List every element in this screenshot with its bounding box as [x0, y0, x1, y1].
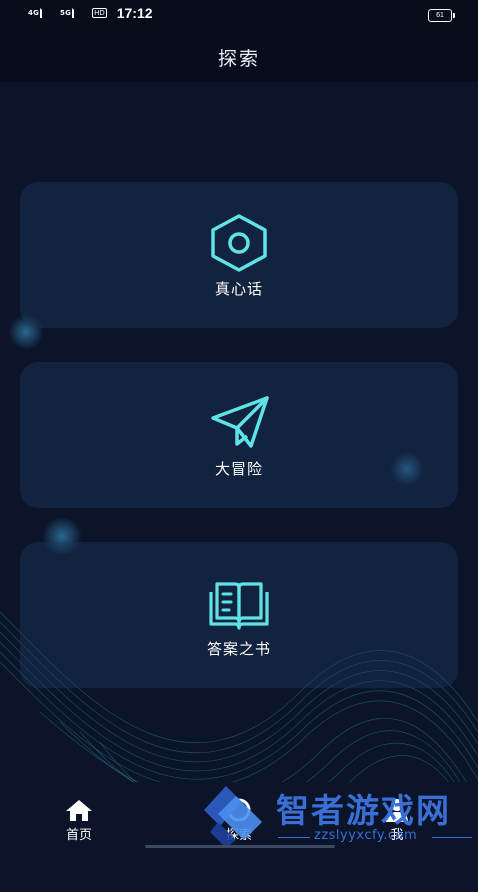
paper-plane-icon — [211, 396, 269, 448]
home-icon — [66, 800, 92, 821]
watermark-line — [432, 837, 472, 838]
watermark-text: 智者游戏网 — [276, 791, 451, 830]
page-title: 探索 — [217, 48, 260, 70]
status-time: 17:12 — [116, 5, 153, 21]
watermark-url: zzslyyxcfy.com — [314, 828, 418, 843]
book-of-answers-card[interactable]: 答案之书 — [20, 542, 458, 688]
status-indicators: 4G 5G HD 17:12 — [28, 5, 153, 21]
hd-badge: HD — [92, 8, 107, 18]
dare-card[interactable]: 大冒险 — [20, 362, 458, 508]
page-header: 探索 — [0, 30, 478, 82]
home-indicator[interactable] — [145, 845, 335, 848]
battery-icon: 61 — [428, 9, 455, 22]
explore-content: 真心话 大冒险 答案之书 — [0, 82, 478, 848]
signal-4g-icon: 4G — [28, 8, 52, 18]
tab-home-label: 首页 — [65, 828, 92, 843]
truth-card-label: 真心话 — [214, 280, 263, 298]
tab-home[interactable]: 首页 — [44, 798, 114, 843]
site-watermark: 智者游戏网 zzslyyxcfy.com — [196, 782, 478, 850]
book-of-answers-label: 答案之书 — [206, 640, 271, 658]
truth-card[interactable]: 真心话 — [20, 182, 458, 328]
dare-card-label: 大冒险 — [214, 460, 263, 478]
open-book-icon — [209, 582, 269, 630]
status-bar: 4G 5G HD 17:12 61 — [0, 0, 478, 30]
watermark-line — [278, 837, 310, 838]
signal-5g-icon: 5G — [60, 8, 84, 18]
watermark-logo-icon — [204, 786, 262, 848]
hexagon-nut-icon — [211, 214, 267, 272]
